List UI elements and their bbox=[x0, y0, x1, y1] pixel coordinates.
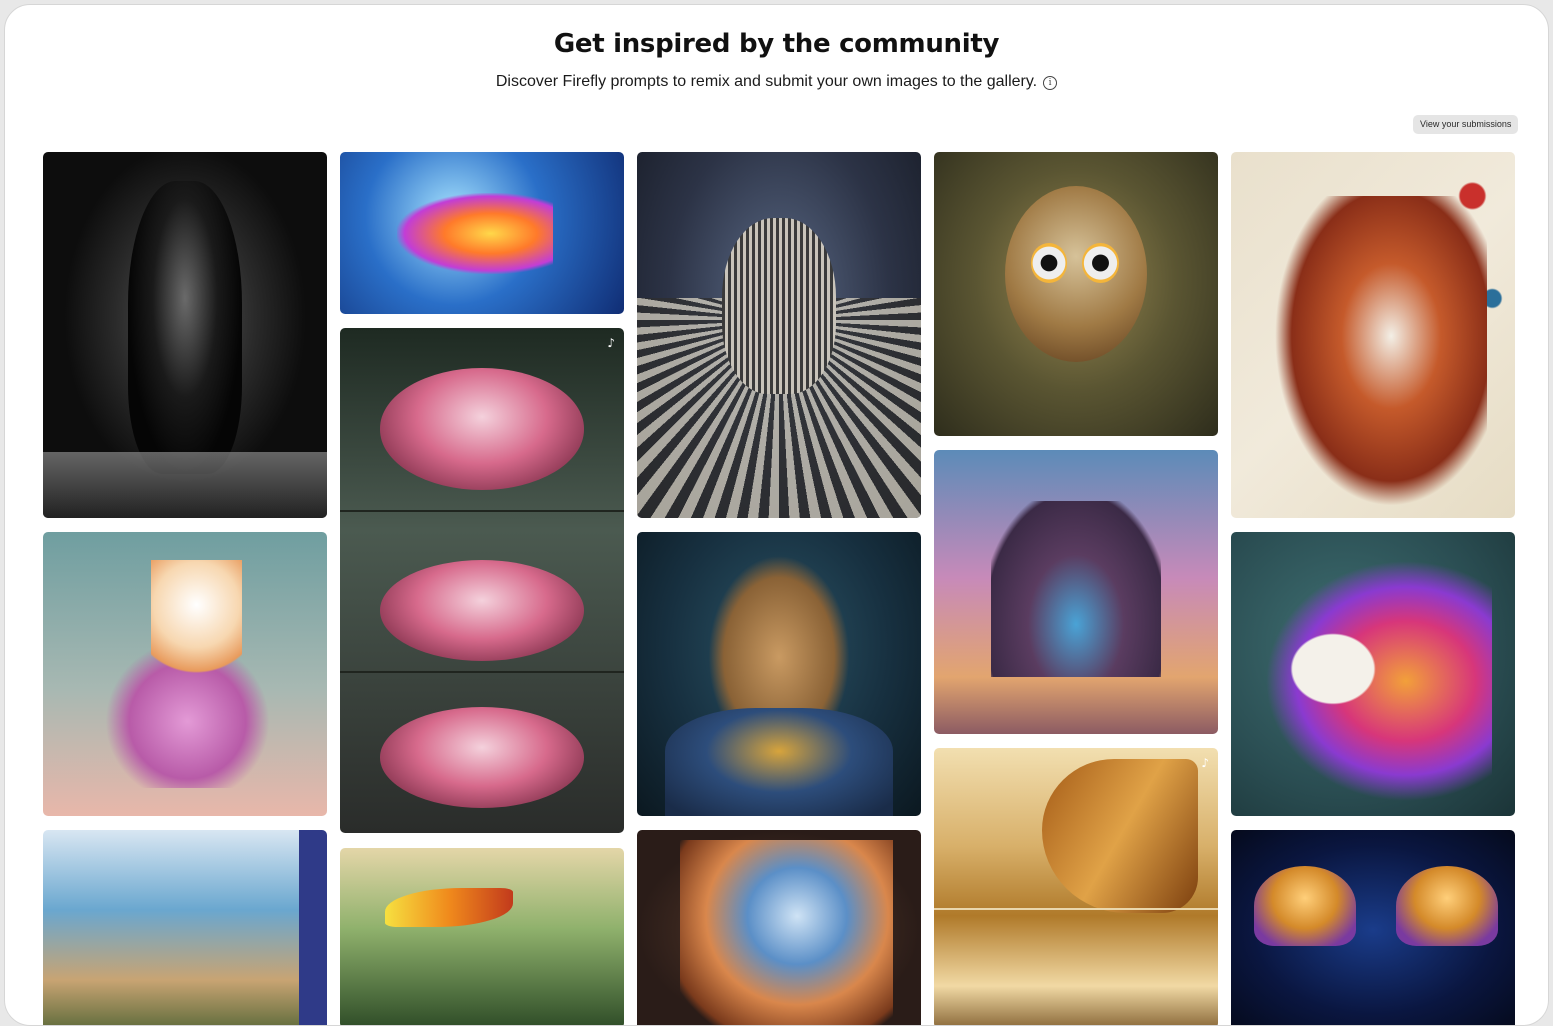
art-bed-2 bbox=[379, 560, 585, 662]
art-shell bbox=[679, 840, 893, 1025]
gallery-item-jellyfish[interactable] bbox=[1231, 830, 1515, 1025]
art-wall bbox=[298, 830, 327, 1025]
gallery-item-rabbit[interactable] bbox=[637, 532, 921, 816]
art-separator bbox=[340, 671, 624, 674]
page-title: Get inspired by the community bbox=[553, 29, 1000, 59]
art-eye-left bbox=[1030, 242, 1068, 283]
art-unicorn bbox=[1265, 560, 1493, 802]
view-submissions-button[interactable]: View your submissions bbox=[1413, 115, 1519, 134]
art-floor bbox=[43, 452, 327, 518]
gallery-page: Get inspired by the community Discover F… bbox=[4, 4, 1549, 1026]
gallery-item-zebra-bull[interactable] bbox=[637, 152, 921, 518]
subtitle-text: Discover Firefly prompts to remix and su… bbox=[495, 73, 1038, 90]
gallery-item-sleeping-animals[interactable]: ♪ bbox=[340, 328, 624, 833]
gallery-item-spiky-bird[interactable] bbox=[934, 152, 1218, 436]
art-squirrel bbox=[1273, 195, 1487, 507]
art-jellyfish-right bbox=[1395, 866, 1498, 946]
gallery-item-desert-fabric[interactable]: ♪ bbox=[934, 748, 1218, 1025]
art-rabbit bbox=[708, 554, 850, 726]
art-separator bbox=[934, 907, 1218, 910]
gallery-item-paper-squirrel[interactable] bbox=[1231, 152, 1515, 518]
art-figure bbox=[128, 181, 242, 475]
gallery-item-candy-unicorn[interactable] bbox=[1231, 532, 1515, 816]
page-subtitle: Discover Firefly prompts to remix and su… bbox=[5, 73, 1548, 91]
art-bed-1 bbox=[379, 368, 585, 490]
art-coat bbox=[665, 708, 893, 816]
gallery-item-spiral-shell[interactable] bbox=[637, 830, 921, 1025]
art-fish bbox=[396, 192, 553, 274]
art-cat bbox=[150, 560, 242, 689]
art-creature bbox=[1005, 186, 1147, 363]
art-separator bbox=[340, 509, 624, 512]
gallery-item-paper-coast[interactable] bbox=[43, 830, 327, 1025]
gallery-item-floating-island[interactable] bbox=[934, 450, 1218, 734]
gallery-item-goldfish[interactable] bbox=[340, 152, 624, 314]
art-island bbox=[990, 501, 1162, 678]
info-icon[interactable]: i bbox=[1043, 76, 1058, 90]
gallery-item-cat-scooter[interactable] bbox=[43, 532, 327, 816]
tiktok-icon: ♪ bbox=[607, 336, 615, 350]
tiktok-icon: ♪ bbox=[1201, 756, 1209, 770]
art-bed-3 bbox=[379, 706, 585, 808]
gallery-item-black-panther[interactable] bbox=[43, 152, 327, 518]
art-beak bbox=[385, 887, 514, 928]
art-fabric bbox=[1041, 759, 1199, 914]
art-jellyfish-left bbox=[1253, 866, 1356, 946]
gallery-item-toucans[interactable] bbox=[340, 848, 624, 1025]
art-eye-right bbox=[1081, 242, 1119, 283]
art-head bbox=[722, 217, 836, 394]
